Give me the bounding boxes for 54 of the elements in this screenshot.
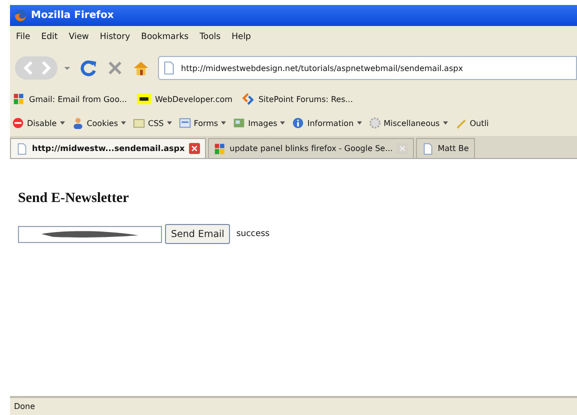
caret-icon[interactable] bbox=[121, 121, 126, 125]
menu-item[interactable]: Help bbox=[232, 32, 251, 42]
toolbar-menu-button[interactable]: Disable bbox=[27, 118, 57, 128]
firefox-icon bbox=[14, 9, 27, 22]
caret-icon[interactable] bbox=[442, 121, 448, 125]
image-icon bbox=[233, 117, 246, 129]
toolbar-menu-button[interactable]: Information bbox=[307, 118, 354, 128]
caret-icon[interactable] bbox=[221, 121, 226, 125]
badge-icon bbox=[136, 93, 151, 105]
close-icon[interactable] bbox=[188, 143, 200, 154]
status-text: Done bbox=[14, 402, 36, 411]
menu-item[interactable]: File bbox=[16, 32, 30, 42]
browser-tab[interactable]: http://midwestw...sendemail.aspx bbox=[10, 138, 206, 158]
caret-icon[interactable] bbox=[166, 121, 172, 125]
toolbar-menu-button[interactable]: Cookies bbox=[86, 118, 118, 128]
browser-tab[interactable]: Matt Be bbox=[416, 138, 475, 158]
email-field[interactable] bbox=[18, 226, 162, 242]
toolbar-menu-button[interactable]: Forms bbox=[194, 118, 218, 128]
menu-item[interactable]: Edit bbox=[41, 32, 58, 42]
caret-icon[interactable] bbox=[280, 121, 286, 125]
reload-icon[interactable] bbox=[80, 59, 98, 77]
menu-item[interactable]: Tools bbox=[200, 32, 221, 42]
pencil-icon bbox=[454, 117, 467, 129]
menu-item[interactable]: View bbox=[68, 32, 89, 42]
menu-item[interactable]: Bookmarks bbox=[141, 32, 189, 42]
gear-icon bbox=[368, 117, 381, 129]
info-icon bbox=[292, 117, 304, 129]
form-icon bbox=[178, 117, 191, 129]
page-icon bbox=[163, 61, 175, 75]
status-message: success bbox=[236, 229, 270, 239]
chevrons-icon bbox=[242, 93, 254, 105]
bookmark-link[interactable]: SitePoint Forums: Res... bbox=[258, 94, 353, 104]
page-icon bbox=[16, 142, 28, 154]
tiles-icon bbox=[214, 142, 226, 154]
caret-icon[interactable] bbox=[60, 121, 65, 125]
bookmark-link[interactable]: Gmail: Email from Goo... bbox=[29, 94, 127, 104]
menu-item[interactable]: History bbox=[100, 32, 130, 42]
bookmark-link[interactable]: WebDeveloper.com bbox=[154, 94, 232, 104]
panel-icon bbox=[133, 117, 146, 129]
page-heading: Send E-Newsletter bbox=[18, 191, 129, 207]
window-title: Mozilla Firefox bbox=[31, 10, 114, 21]
tiles-icon bbox=[13, 93, 25, 105]
home-icon[interactable] bbox=[132, 59, 150, 77]
toolbar-menu-button[interactable]: Images bbox=[248, 118, 278, 128]
caret-icon[interactable] bbox=[356, 121, 362, 125]
browser-tab[interactable]: update panel blinks firefox - Google Se... bbox=[208, 138, 414, 158]
page-icon bbox=[422, 142, 434, 154]
person-icon bbox=[72, 117, 84, 129]
toolbar-menu-button[interactable]: Miscellaneous bbox=[384, 118, 440, 128]
no-entry-icon bbox=[12, 117, 24, 129]
address-field[interactable]: http://midwestwebdesign.net/tutorials/aspnetwebmail/sendemail.aspx bbox=[158, 56, 577, 80]
send-email-button[interactable]: Send Email bbox=[165, 224, 230, 244]
toolbar-menu-button[interactable]: CSS bbox=[148, 118, 164, 128]
toolbar-menu-button[interactable]: Outli bbox=[470, 118, 489, 128]
